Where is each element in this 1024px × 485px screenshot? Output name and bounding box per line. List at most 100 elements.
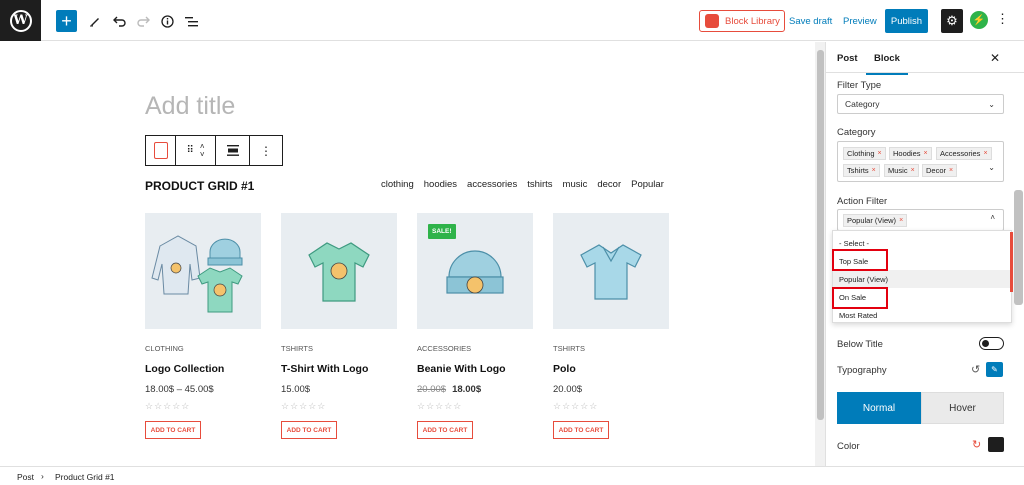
add-to-cart-button[interactable]: ADD TO CART [145, 421, 201, 439]
color-swatch[interactable] [988, 437, 1004, 452]
dropdown-scrollbar[interactable] [1010, 232, 1013, 292]
breadcrumb-current[interactable]: Product Grid #1 [55, 472, 115, 482]
price-value: 20.00$ [553, 384, 583, 395]
save-draft-button[interactable]: Save draft [789, 16, 832, 27]
preview-button[interactable]: Preview [843, 16, 877, 27]
action-filter-chip: Popular (View) × [843, 214, 908, 227]
drag-handle-icon[interactable]: ⠿ [187, 145, 194, 156]
editor-canvas: Add title ⠿ ˄ ˅ ⋮ PRODUCT GRID #1 clothin… [0, 42, 815, 466]
publish-button[interactable]: Publish [885, 9, 928, 33]
product-price: 20.00$ [553, 384, 669, 395]
block-type-button[interactable] [146, 136, 176, 165]
chip-label: Clothing [847, 149, 875, 158]
old-price: 20.00$ [417, 384, 447, 395]
filter-type-select[interactable]: Category ⌄ [837, 94, 1004, 114]
category-chip: Decor × [922, 164, 958, 177]
product-name[interactable]: Polo [553, 363, 669, 375]
canvas-scrollbar-thumb[interactable] [817, 50, 824, 420]
product-price: 20.00$ 18.00$ [417, 384, 533, 395]
edit-tool-button[interactable] [87, 10, 103, 32]
block-library-button[interactable]: Block Library [699, 10, 785, 32]
dropdown-option[interactable]: Popular (View) [833, 270, 1013, 288]
star-rating: ☆☆☆☆☆ [145, 401, 191, 411]
align-button[interactable] [216, 136, 250, 165]
move-up-down-icon[interactable]: ˄ ˅ [200, 142, 205, 159]
remove-chip-icon[interactable]: × [878, 150, 882, 157]
remove-chip-icon[interactable]: × [983, 150, 987, 157]
remove-chip-icon[interactable]: × [872, 167, 876, 174]
category-label: Category [837, 127, 876, 138]
add-block-button[interactable]: + [56, 10, 77, 32]
product-image[interactable] [281, 213, 397, 329]
block-library-label: Block Library [725, 15, 780, 27]
vertical-dots-icon: ⋮ [260, 143, 272, 158]
category-filter-item[interactable]: hoodies [424, 179, 457, 190]
chevron-down-icon: ⌄ [988, 99, 995, 109]
details-button[interactable] [159, 10, 175, 32]
price-value: 18.00$ – 45.00$ [145, 384, 214, 395]
highlight-box [832, 287, 888, 309]
price-value: 18.00$ [452, 384, 482, 395]
product-name[interactable]: Logo Collection [145, 363, 261, 375]
add-to-cart-button[interactable]: ADD TO CART [553, 421, 609, 439]
chip-label: Tshirts [847, 166, 869, 175]
category-multiselect[interactable]: Clothing × Hoodies × Accessories × Tshirts ×… [837, 141, 1004, 182]
action-filter-select[interactable]: Popular (View) × ˄ [837, 209, 1004, 231]
breadcrumb: Post › Product Grid #1 [0, 466, 1024, 485]
remove-chip-icon[interactable]: × [911, 167, 915, 174]
typography-label: Typography [837, 365, 887, 376]
pencil-icon [90, 18, 99, 27]
edit-typography-button[interactable]: ✎ [986, 362, 1003, 377]
product-image[interactable] [145, 213, 261, 329]
remove-chip-icon[interactable]: × [899, 217, 903, 224]
sidebar-tabs: Post Block ✕ [826, 42, 1024, 75]
block-options-button[interactable]: ⋮ [250, 136, 282, 165]
product-name[interactable]: T-Shirt With Logo [281, 363, 397, 375]
chip-label: Hoodies [893, 149, 921, 158]
list-view-button[interactable] [183, 10, 199, 32]
add-to-cart-button[interactable]: ADD TO CART [281, 421, 337, 439]
reset-color-icon[interactable]: ↻ [972, 438, 981, 451]
tab-block[interactable]: Block [866, 53, 908, 75]
product-image[interactable]: SALE! [417, 213, 533, 329]
price-value: 15.00$ [281, 384, 311, 395]
product-card: CLOTHING Logo Collection 18.00$ – 45.00$… [145, 213, 261, 439]
block-mover: ⠿ ˄ ˅ [176, 136, 216, 165]
more-options-button[interactable]: ⋮ [996, 11, 1009, 27]
shopping-bag-icon [705, 14, 719, 28]
category-filter-item[interactable]: Popular [631, 179, 664, 190]
redo-button[interactable] [135, 10, 151, 32]
product-card: TSHIRTS T-Shirt With Logo 15.00$ ☆☆☆☆☆ A… [281, 213, 397, 439]
category-filter-item[interactable]: clothing [381, 179, 414, 190]
highlight-box [832, 249, 888, 271]
block-toolbar: ⠿ ˄ ˅ ⋮ [145, 135, 283, 166]
close-sidebar-button[interactable]: ✕ [990, 51, 1000, 65]
info-icon [160, 14, 174, 28]
remove-chip-icon[interactable]: × [924, 150, 928, 157]
close-icon: ✕ [990, 51, 1001, 65]
post-title-input[interactable]: Add title [145, 92, 235, 121]
breadcrumb-root[interactable]: Post [17, 472, 34, 482]
hover-state-button[interactable]: Hover [921, 392, 1004, 424]
undo-button[interactable] [111, 10, 127, 32]
remove-chip-icon[interactable]: × [949, 167, 953, 174]
settings-button[interactable]: ⚙ [941, 9, 963, 33]
reset-icon[interactable]: ↺ [971, 363, 980, 376]
tab-post[interactable]: Post [837, 53, 858, 64]
product-name[interactable]: Beanie With Logo [417, 363, 533, 375]
action-filter-dropdown: - Select - Top Sale Popular (View) On Sa… [832, 230, 1013, 323]
chip-label: Music [888, 166, 908, 175]
polo-illustration [580, 244, 642, 300]
category-filter-item[interactable]: accessories [467, 179, 517, 190]
performance-plugin-button[interactable]: ⚡ [970, 11, 988, 29]
below-title-toggle[interactable] [979, 337, 1004, 350]
sidebar-scrollbar-thumb[interactable] [1014, 190, 1023, 305]
category-filter-item[interactable]: music [563, 179, 588, 190]
category-filter-item[interactable]: tshirts [527, 179, 552, 190]
add-to-cart-button[interactable]: ADD TO CART [417, 421, 473, 439]
wordpress-logo[interactable]: W [0, 0, 41, 41]
product-image[interactable] [553, 213, 669, 329]
pencil-icon: ✎ [991, 365, 998, 374]
normal-state-button[interactable]: Normal [837, 392, 921, 424]
category-filter-item[interactable]: decor [597, 179, 621, 190]
